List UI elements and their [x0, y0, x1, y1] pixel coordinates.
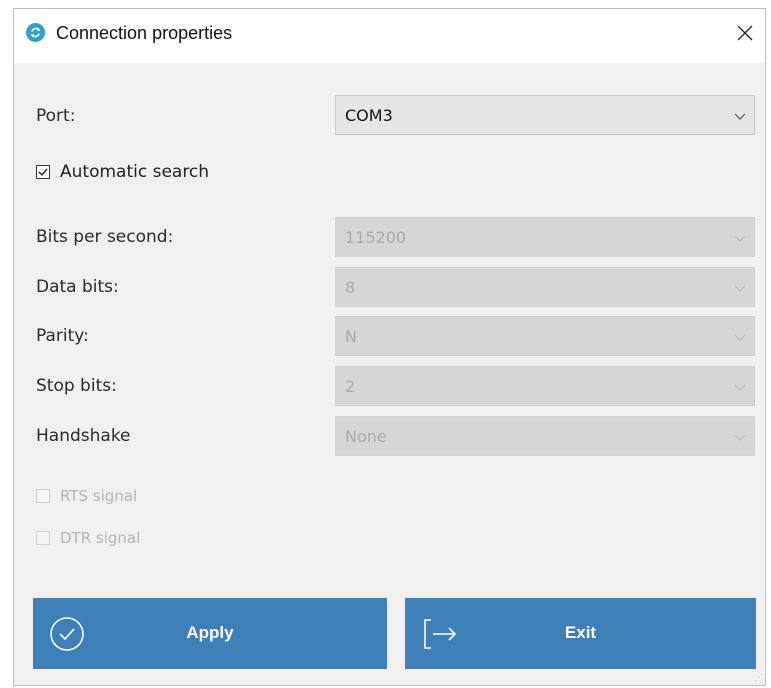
handshake-select: None	[335, 416, 755, 456]
data-bits-select: 8	[335, 267, 755, 307]
bits-per-second-label: Bits per second:	[36, 227, 174, 247]
close-icon[interactable]	[737, 25, 753, 41]
port-select[interactable]: COM3	[335, 95, 755, 135]
connection-properties-dialog: Connection properties Port: COM3 Automat…	[13, 8, 766, 686]
checkmark-icon	[38, 168, 48, 177]
chevron-down-icon	[734, 285, 746, 292]
stop-bits-label: Stop bits:	[36, 376, 117, 396]
apply-label: Apply	[186, 623, 234, 642]
automatic-search-label: Automatic search	[60, 162, 210, 182]
dtr-signal-checkbox	[36, 531, 50, 545]
chevron-down-icon	[734, 113, 746, 120]
parity-select: N	[335, 316, 755, 356]
exit-button[interactable]: Exit	[405, 598, 756, 669]
stop-bits-value: 2	[345, 377, 356, 396]
port-value: COM3	[345, 106, 393, 125]
chevron-down-icon	[734, 434, 746, 441]
title-bar: Connection properties	[14, 9, 765, 63]
automatic-search-row[interactable]: Automatic search	[36, 161, 209, 183]
apply-button[interactable]: Apply	[33, 598, 387, 669]
stop-bits-select: 2	[335, 366, 755, 406]
bits-per-second-value: 115200	[345, 228, 407, 247]
exit-label: Exit	[564, 623, 597, 642]
chevron-down-icon	[734, 334, 746, 341]
data-bits-value: 8	[345, 278, 356, 297]
resize-grip-icon[interactable]: ⋰	[754, 673, 763, 683]
dtr-signal-row: DTR signal	[36, 527, 140, 549]
window-title: Connection properties	[56, 23, 233, 43]
data-bits-label: Data bits:	[36, 277, 119, 297]
rts-signal-label: RTS signal	[60, 487, 138, 505]
parity-label: Parity:	[36, 326, 89, 346]
automatic-search-checkbox[interactable]	[36, 165, 50, 179]
handshake-value: None	[345, 427, 387, 446]
rts-signal-checkbox	[36, 489, 50, 503]
port-label: Port:	[36, 106, 76, 126]
parity-value: N	[345, 327, 357, 346]
close-button[interactable]	[731, 19, 759, 47]
handshake-label: Handshake	[36, 426, 131, 446]
rts-signal-row: RTS signal	[36, 485, 137, 507]
bits-per-second-select: 115200	[335, 217, 755, 257]
chevron-down-icon	[734, 235, 746, 242]
app-refresh-icon	[26, 23, 45, 42]
dtr-signal-label: DTR signal	[60, 529, 141, 547]
chevron-down-icon	[734, 384, 746, 391]
